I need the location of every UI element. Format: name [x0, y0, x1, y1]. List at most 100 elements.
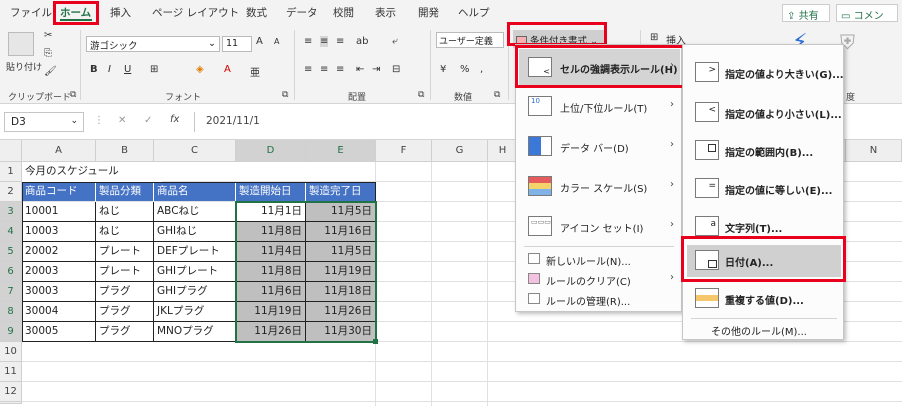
column-header[interactable]: B	[96, 140, 154, 162]
row-header[interactable]: 7	[0, 282, 22, 302]
cell-code[interactable]: 30004	[22, 302, 96, 322]
column-header[interactable]: D	[236, 140, 306, 162]
menu-item-clear-rules[interactable]: ルールのクリア(C) ›	[516, 269, 681, 289]
cell-category[interactable]: プレート	[96, 262, 154, 282]
table-header[interactable]: 製品分類	[96, 182, 154, 202]
currency-icon[interactable]: ¥	[440, 64, 446, 75]
dialog-launcher-icon[interactable]: ⧉	[418, 90, 424, 100]
dialog-launcher-icon[interactable]: ⧉	[70, 90, 76, 100]
cell-product[interactable]: GHIプラグ	[154, 282, 236, 302]
tab-view[interactable]: 表示	[375, 5, 396, 20]
menu-item-data-bars[interactable]: データ バー(D) ›	[516, 129, 681, 163]
align-right-icon[interactable]: ≡	[336, 64, 344, 75]
tab-formulas[interactable]: 数式	[246, 5, 267, 20]
cell-product[interactable]: MNOプラグ	[154, 322, 236, 342]
row-header[interactable]: 1	[0, 162, 22, 182]
cell-category[interactable]: ねじ	[96, 202, 154, 222]
column-header[interactable]: F	[376, 140, 432, 162]
row-header[interactable]: 2	[0, 182, 22, 202]
cell-product[interactable]: ABCねじ	[154, 202, 236, 222]
column-header[interactable]: N	[846, 140, 902, 162]
table-header[interactable]: 商品コード	[22, 182, 96, 202]
row-header[interactable]: 3	[0, 202, 22, 222]
menu-item-icon-sets[interactable]: ▭▭▭ アイコン セット(I) ›	[516, 209, 681, 243]
font-size-select[interactable]: 11	[222, 36, 252, 52]
table-header[interactable]: 製造完了日	[306, 182, 376, 202]
cell-code[interactable]: 30005	[22, 322, 96, 342]
number-format-select[interactable]: ユーザー定義	[436, 32, 504, 48]
grow-font-icon[interactable]: A	[256, 36, 263, 47]
cell-start-date[interactable]: 11月8日	[236, 262, 306, 282]
formula-input[interactable]: 2021/11/1	[206, 115, 260, 127]
menu-item-manage-rules[interactable]: ルールの管理(R)...	[516, 289, 681, 309]
orientation-icon[interactable]: ab	[356, 36, 368, 47]
cell-start-date[interactable]: 11月8日	[236, 222, 306, 242]
cell-start-date[interactable]: 11月6日	[236, 282, 306, 302]
tab-review[interactable]: 校閲	[333, 5, 354, 20]
column-header[interactable]: H	[488, 140, 518, 162]
cell-start-date[interactable]: 11月19日	[236, 302, 306, 322]
cell-category[interactable]: プラグ	[96, 302, 154, 322]
tab-developer[interactable]: 開発	[418, 5, 439, 20]
cell-category[interactable]: ねじ	[96, 222, 154, 242]
cell-code[interactable]: 10001	[22, 202, 96, 222]
copy-icon[interactable]: ⎘	[44, 48, 52, 59]
align-top-icon[interactable]: ≡	[304, 36, 312, 47]
fill-color-icon[interactable]: ◈	[196, 64, 204, 75]
tab-data[interactable]: データ	[286, 5, 318, 20]
cell-code[interactable]: 30003	[22, 282, 96, 302]
cell-end-date[interactable]: 11月26日	[306, 302, 376, 322]
submenu-item-between[interactable]: 指定の範囲内(B)...	[683, 133, 843, 169]
table-header[interactable]: 商品名	[154, 182, 236, 202]
cell-code[interactable]: 20003	[22, 262, 96, 282]
cell-end-date[interactable]: 11月5日	[306, 202, 376, 222]
percent-icon[interactable]: %	[460, 64, 470, 75]
submenu-item-greater-than[interactable]: > 指定の値より大きい(G)...	[683, 55, 844, 91]
cell-end-date[interactable]: 11月5日	[306, 242, 376, 262]
cell-end-date[interactable]: 11月16日	[306, 222, 376, 242]
dialog-launcher-icon[interactable]: ⧉	[494, 90, 500, 100]
cell-product[interactable]: DEFプレート	[154, 242, 236, 262]
align-middle-icon[interactable]: ≡	[320, 36, 329, 47]
submenu-item-equal-to[interactable]: = 指定の値に等しい(E)...	[683, 171, 843, 207]
cell-code[interactable]: 20002	[22, 242, 96, 262]
row-header[interactable]: 9	[0, 322, 22, 342]
cell-end-date[interactable]: 11月19日	[306, 262, 376, 282]
row-header[interactable]: 4	[0, 222, 22, 242]
align-center-icon[interactable]: ≡	[320, 64, 328, 75]
bold-icon[interactable]: B	[90, 64, 98, 75]
font-name-select[interactable]: 游ゴシック ⌄	[86, 36, 220, 52]
format-painter-icon[interactable]: 🖌	[44, 66, 57, 77]
comment-button[interactable]: ▭ コメント	[836, 4, 898, 37]
row-header[interactable]: 6	[0, 262, 22, 282]
row-header[interactable]: 8	[0, 302, 22, 322]
row-header[interactable]: 12	[0, 382, 22, 402]
cut-icon[interactable]: ✂	[44, 30, 52, 41]
dialog-launcher-icon[interactable]: ⧉	[282, 90, 288, 100]
submenu-item-duplicate-values[interactable]: 重複する値(D)...	[683, 281, 843, 317]
cell-product[interactable]: GHIねじ	[154, 222, 236, 242]
phonetic-icon[interactable]: 亜	[250, 64, 260, 79]
submenu-item-more-rules[interactable]: その他のルール(M)...	[683, 321, 843, 339]
insert-cells-icon[interactable]: ⊞	[650, 32, 658, 43]
select-all-corner[interactable]	[0, 140, 22, 162]
align-left-icon[interactable]: ≡	[304, 64, 312, 75]
paste-icon[interactable]	[8, 32, 34, 56]
name-box[interactable]: D3 ⌄	[4, 112, 84, 132]
menu-item-color-scales[interactable]: カラー スケール(S) ›	[516, 169, 681, 203]
font-color-icon[interactable]: A	[224, 64, 231, 75]
wrap-text-icon[interactable]: ⤶	[392, 36, 398, 47]
outdent-icon[interactable]: ⇥	[372, 64, 380, 75]
cell-end-date[interactable]: 11月18日	[306, 282, 376, 302]
row-header[interactable]: 5	[0, 242, 22, 262]
cancel-icon[interactable]: ✕	[118, 115, 126, 126]
cell-start-date[interactable]: 11月1日	[236, 202, 306, 222]
column-header[interactable]: E	[306, 140, 376, 162]
sheet-title[interactable]: 今月のスケジュール	[22, 162, 162, 182]
comma-icon[interactable]: ,	[480, 64, 483, 75]
insert-function-icon[interactable]: fx	[170, 114, 179, 125]
column-header[interactable]: A	[22, 140, 96, 162]
enter-icon[interactable]: ✓	[144, 115, 152, 126]
paste-button[interactable]: 貼り付け	[6, 60, 42, 73]
shrink-font-icon[interactable]: A	[274, 37, 279, 46]
